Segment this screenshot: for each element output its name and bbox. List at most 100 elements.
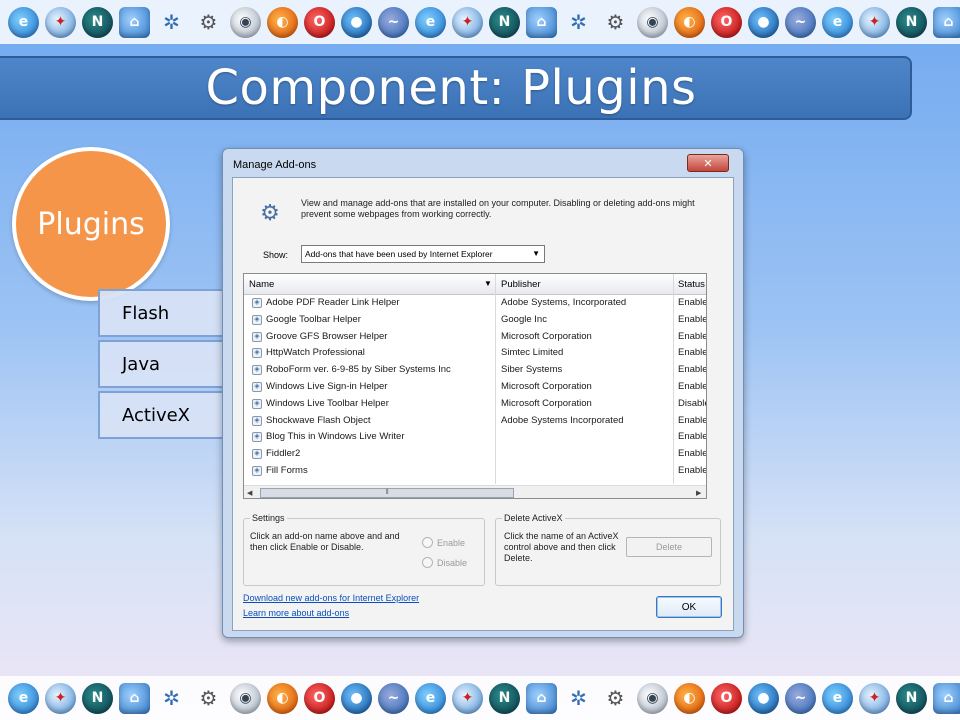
addon-icon: ◈: [252, 465, 262, 476]
addon-status: Enabled: [678, 464, 706, 476]
download-addons-link[interactable]: Download new add-ons for Internet Explor…: [243, 593, 419, 603]
firefox-icon: ◐: [267, 682, 298, 714]
addon-publisher: Simtec Limited: [501, 347, 564, 359]
star-icon: ✲: [163, 686, 180, 710]
addon-publisher: Adobe Systems Incorporated: [501, 414, 624, 426]
settings-group-label: Settings: [250, 513, 287, 523]
firefox-icon: ◐: [674, 682, 705, 714]
horizontal-scroll-thumb[interactable]: ⦀: [260, 488, 514, 498]
addon-icon: ◈: [252, 432, 262, 443]
safari-icon: ✦: [452, 6, 483, 38]
addon-name: Groove GFS Browser Helper: [266, 330, 388, 342]
firefox-icon: ◐: [674, 6, 705, 38]
flock-icon: ●: [748, 682, 779, 714]
delete-activex-group: Delete ActiveX Click the name of an Acti…: [495, 513, 721, 586]
gears-icon: ⚙: [606, 10, 625, 34]
addon-status: Enabled: [678, 414, 706, 426]
safari-icon: ✦: [45, 6, 76, 38]
addon-name: Adobe PDF Reader Link Helper: [266, 297, 400, 308]
table-row[interactable]: ◈ Shockwave Flash Object Adobe Systems Inc…: [244, 413, 706, 430]
addon-status: Enabled: [678, 313, 706, 325]
vertical-scrollbar[interactable]: ▲ ▼: [706, 274, 707, 486]
opera-icon: O: [304, 6, 335, 38]
addon-icon: ◈: [252, 381, 262, 392]
table-row[interactable]: ◈ Windows Live Toolbar Helper Microsoft Co…: [244, 396, 706, 413]
radio-icon: [422, 557, 433, 568]
addon-name: Google Toolbar Helper: [266, 313, 361, 325]
konqueror-icon: ⌂: [119, 682, 150, 714]
ok-button[interactable]: OK: [656, 596, 722, 618]
dialog-title: Manage Add-ons: [233, 159, 317, 171]
table-rows: ◈ Adobe PDF Reader Link Helper Adobe Syste…: [244, 295, 706, 480]
scroll-right-icon[interactable]: ▶: [696, 489, 701, 497]
opera-icon: O: [711, 6, 742, 38]
gears-icon: ⚙: [606, 686, 625, 710]
plugins-circle-label: Plugins: [37, 206, 145, 242]
addon-icon: ◈: [252, 449, 262, 460]
sort-arrow-icon[interactable]: ▼: [484, 279, 492, 288]
table-row[interactable]: ◈ Groove GFS Browser Helper Microsoft Corp…: [244, 329, 706, 346]
flock-icon: ●: [341, 682, 372, 714]
table-row[interactable]: ◈ Google Toolbar Helper Google Inc Enabled: [244, 312, 706, 329]
scroll-left-icon[interactable]: ◀: [247, 489, 252, 497]
close-icon[interactable]: ✕: [687, 154, 729, 172]
addon-status: Enabled: [678, 330, 706, 342]
enable-radio[interactable]: Enable: [422, 537, 492, 548]
disable-radio[interactable]: Disable: [422, 557, 492, 568]
horizontal-scrollbar[interactable]: ◀ ⦀ ▶: [244, 485, 706, 498]
table-row[interactable]: ◈ Adobe PDF Reader Link Helper Adobe Syste…: [244, 295, 706, 312]
ie-icon: e: [822, 682, 853, 714]
delete-button[interactable]: Delete: [626, 537, 712, 557]
table-header: Name ▼ Publisher Status: [244, 274, 706, 295]
gears-icon: ⚙: [199, 686, 218, 710]
addon-icon: ◈: [252, 415, 262, 426]
addon-icon: ◈: [252, 365, 262, 376]
konqueror-icon: ⌂: [933, 682, 960, 714]
chevron-down-icon: ▼: [532, 249, 540, 258]
addons-gear-icon: ⚙: [260, 200, 280, 225]
star-icon: ✲: [570, 686, 587, 710]
learn-more-link[interactable]: Learn more about add-ons: [243, 608, 349, 618]
side-item-java: Java: [98, 340, 242, 388]
addon-publisher: Adobe Systems, Incorporated: [501, 297, 627, 308]
delete-activex-label: Delete ActiveX: [502, 513, 565, 523]
netscape-icon: N: [489, 682, 520, 714]
plugins-circle: Plugins: [12, 147, 170, 301]
addon-name: Windows Live Sign-in Helper: [266, 380, 388, 392]
camino-icon: ◉: [230, 6, 261, 38]
column-header-name[interactable]: Name: [249, 279, 274, 290]
seamonkey-icon: ~: [785, 682, 816, 714]
browser-icon-strip-bottom: e✦N⌂✲⚙◉◐O●~e✦N⌂✲⚙◉◐O●~e✦N⌂✲: [0, 676, 960, 720]
table-row[interactable]: ◈ RoboForm ver. 6-9-85 by Siber Systems I…: [244, 362, 706, 379]
table-row[interactable]: ◈ Blog This in Windows Live Writer Enabled: [244, 429, 706, 446]
slide-title: Component: Plugins: [205, 60, 697, 116]
table-row[interactable]: ◈ Fiddler2 Enabled: [244, 446, 706, 463]
show-dropdown[interactable]: Add-ons that have been used by Internet …: [301, 245, 545, 263]
addon-status: Enabled: [678, 297, 706, 308]
konqueror-icon: ⌂: [933, 6, 960, 38]
netscape-icon: N: [489, 6, 520, 38]
addon-publisher: Microsoft Corporation: [501, 397, 592, 409]
addon-status: Enabled: [678, 347, 706, 359]
ie-icon: e: [822, 6, 853, 38]
safari-icon: ✦: [859, 6, 890, 38]
show-dropdown-value: Add-ons that have been used by Internet …: [305, 249, 493, 259]
safari-icon: ✦: [452, 682, 483, 714]
column-header-publisher[interactable]: Publisher: [501, 279, 541, 290]
table-row[interactable]: ◈ HttpWatch Professional Simtec Limited Ena…: [244, 345, 706, 362]
addon-name: Fiddler2: [266, 448, 301, 460]
flock-icon: ●: [748, 6, 779, 38]
konqueror-icon: ⌂: [526, 682, 557, 714]
netscape-icon: N: [82, 682, 113, 714]
camino-icon: ◉: [637, 6, 668, 38]
table-row[interactable]: ◈ Windows Live Sign-in Helper Microsoft Co…: [244, 379, 706, 396]
column-header-status[interactable]: Status: [678, 279, 705, 290]
addon-icon: ◈: [252, 298, 262, 308]
addon-publisher: Siber Systems: [501, 364, 563, 376]
camino-icon: ◉: [637, 682, 668, 714]
addon-name: HttpWatch Professional: [266, 347, 365, 359]
browser-icon-strip-top: e✦N⌂✲⚙◉◐O●~e✦N⌂✲⚙◉◐O●~e✦N⌂✲: [0, 0, 960, 44]
manage-addons-dialog: Manage Add-ons ✕ ⚙ View and manage add-o…: [222, 148, 744, 638]
table-row[interactable]: ◈ Fill Forms Enabled: [244, 463, 706, 480]
addon-status: Enabled: [678, 364, 706, 376]
